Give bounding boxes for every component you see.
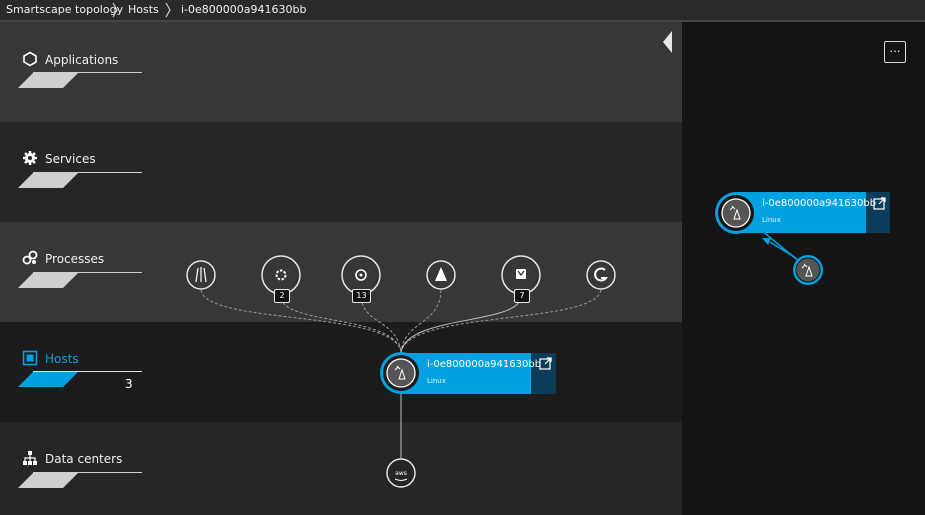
- panel-host-os: Linux: [762, 216, 781, 224]
- aws-icon: aws: [395, 470, 407, 477]
- process-node[interactable]: [586, 260, 616, 290]
- process-badge: 7: [514, 289, 530, 303]
- host-os: Linux: [427, 377, 446, 385]
- panel-process-node[interactable]: [793, 255, 823, 285]
- host-name: i-0e800000a941630bb: [427, 359, 542, 370]
- edge-process-3: [360, 297, 402, 353]
- process-badge: 2: [274, 289, 290, 303]
- process-node[interactable]: [426, 260, 456, 290]
- process-node[interactable]: [186, 260, 216, 290]
- topology-graph: aws: [186, 192, 890, 488]
- datacenter-node[interactable]: aws: [386, 458, 416, 488]
- edge-process-6: [400, 289, 602, 353]
- process-badge: 13: [352, 289, 371, 303]
- edge-process-1: [200, 289, 402, 353]
- edge-process-5: [400, 297, 522, 353]
- panel-host-name: i-0e800000a941630bb: [762, 198, 877, 209]
